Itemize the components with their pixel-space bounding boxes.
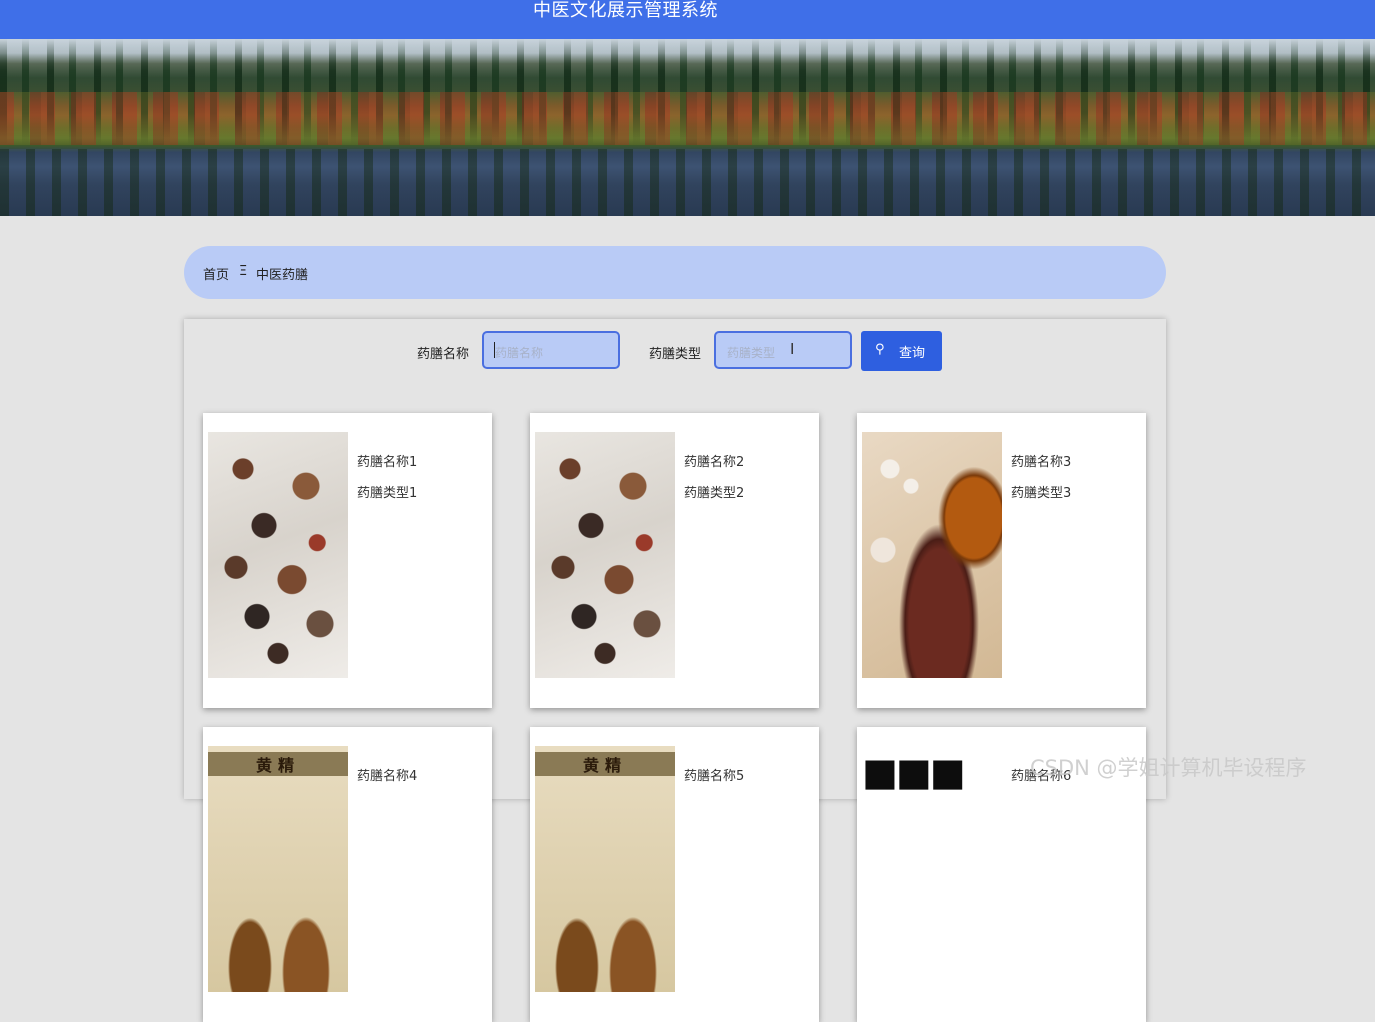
dish-type: 药膳类型3: [1011, 486, 1072, 501]
dish-card[interactable]: 黄精 药膳名称4: [203, 727, 492, 1022]
type-placeholder: 药膳类型: [727, 346, 776, 360]
dish-image[interactable]: [862, 432, 1002, 678]
dish-card[interactable]: 药膳名称2 药膳类型2: [530, 413, 819, 708]
dish-type: 药膳类型1: [357, 486, 418, 501]
dish-image[interactable]: ■■■: [862, 746, 1002, 992]
breadcrumb: 首页 Ξ 中医药膳: [184, 246, 1166, 299]
dish-image[interactable]: [208, 432, 348, 678]
banner-image-water: [0, 148, 1375, 216]
dish-name: 药膳名称4: [357, 769, 418, 784]
dish-image[interactable]: 黄精: [208, 746, 348, 992]
dish-image[interactable]: 黄精: [535, 746, 675, 992]
system-title: 中医文化展示管理系统: [533, 0, 718, 21]
dish-name: 药膳名称3: [1011, 455, 1072, 470]
top-bar: 中医文化展示管理系统: [0, 0, 1375, 39]
name-placeholder: 药膳名称: [495, 346, 544, 360]
dish-image[interactable]: [535, 432, 675, 678]
text-cursor-icon: Ι: [790, 340, 795, 358]
dish-card[interactable]: 黄精 药膳名称5: [530, 727, 819, 1022]
dish-card[interactable]: 药膳名称1 药膳类型1: [203, 413, 492, 708]
image-text: 黄精: [583, 756, 628, 775]
type-search-input[interactable]: 药膳类型 Ι: [714, 331, 852, 369]
search-icon: ⚲: [875, 342, 885, 357]
type-label: 药膳类型: [649, 347, 702, 362]
image-text: 黄精: [256, 756, 301, 775]
search-button-label: 查询: [899, 346, 926, 361]
banner-carousel[interactable]: [0, 39, 1375, 216]
dish-type: 药膳类型2: [684, 486, 745, 501]
dish-name: 药膳名称5: [684, 769, 745, 784]
dish-card[interactable]: 药膳名称3 药膳类型3: [857, 413, 1146, 708]
search-button[interactable]: ⚲ 查询: [861, 331, 942, 371]
name-search-input[interactable]: 药膳名称: [482, 331, 620, 369]
banner-image-shrubs: [0, 92, 1375, 146]
watermark: CSDN @学姐计算机毕设程序: [1030, 756, 1307, 780]
breadcrumb-current: 中医药膳: [256, 268, 309, 283]
content-panel: 药膳名称 药膳名称 药膳类型 药膳类型 Ι ⚲ 查询 药膳名称1 药膳类型1 药…: [184, 319, 1166, 1022]
image-text: ■■■: [862, 750, 966, 794]
breadcrumb-home[interactable]: 首页: [203, 264, 229, 283]
name-label: 药膳名称: [417, 347, 470, 362]
breadcrumb-separator-icon: Ξ: [239, 264, 248, 279]
dish-name: 药膳名称2: [684, 455, 745, 470]
dish-name: 药膳名称1: [357, 455, 418, 470]
